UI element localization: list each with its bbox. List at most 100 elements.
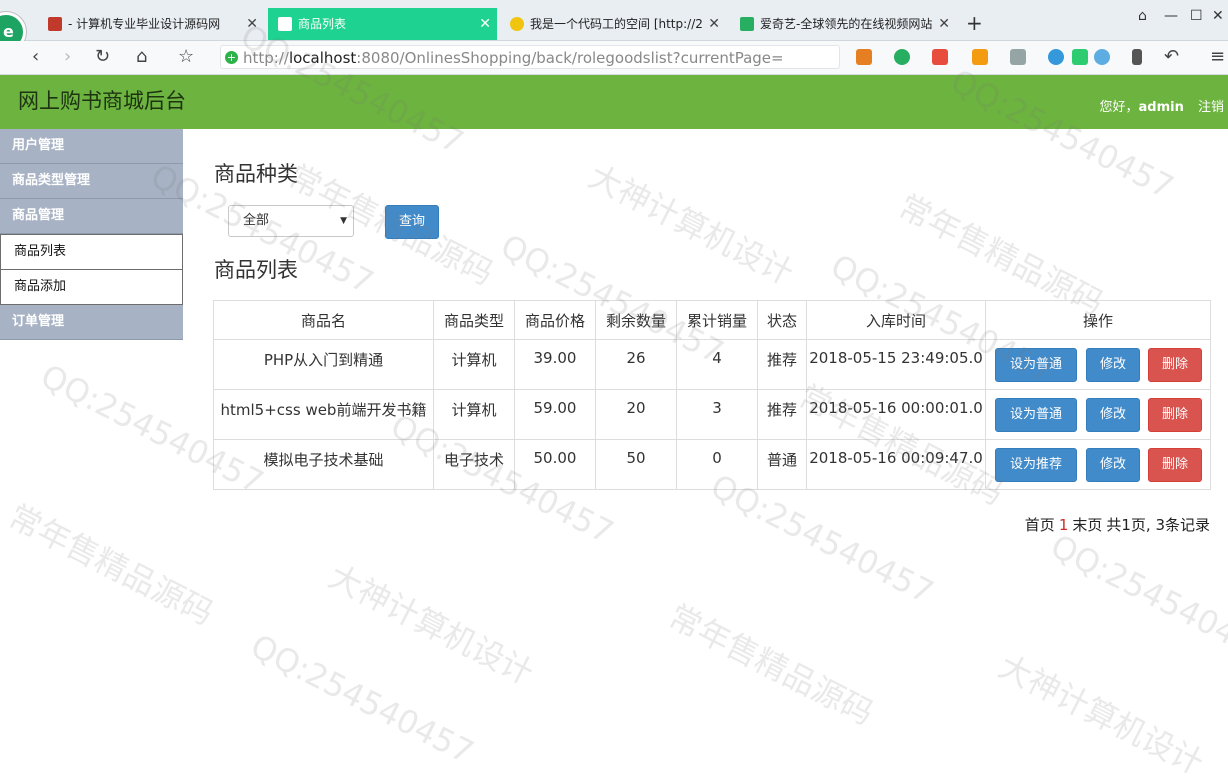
goods-price: 39.00 — [514, 339, 596, 390]
column-header: 商品价格 — [514, 300, 596, 340]
watermark: 大神计算机设计 — [582, 157, 800, 293]
secure-icon: + — [225, 51, 238, 64]
address-bar: ‹ › ↻ ⌂ ☆ + http://localhost:8080/Online… — [0, 41, 1228, 75]
goods-stock: 50 — [595, 439, 677, 490]
greeting: 您好， — [1099, 100, 1139, 115]
book-icon[interactable] — [1072, 49, 1088, 65]
goods-type: 计算机 — [433, 389, 515, 440]
watermark: 大神计算机设计 — [992, 647, 1210, 783]
sidebar-item-goods-management[interactable]: 商品管理 — [0, 199, 183, 234]
watermark: 大神计算机设计 — [322, 557, 540, 693]
browser-tab-active[interactable]: 商品列表 ✕ — [268, 8, 497, 40]
column-header: 累计销量 — [676, 300, 758, 340]
shield-icon[interactable] — [894, 49, 910, 65]
watermark: 常年售精品源码 — [662, 597, 880, 733]
browser-tab[interactable]: 爱奇艺-全球领先的在线视频网站 ✕ — [730, 8, 956, 40]
browser-tab-bar: e - 计算机专业毕业设计源码网 ✕ 商品列表 ✕ 我是一个代码工的空间 [ht… — [0, 0, 1228, 52]
toggle-status-button[interactable]: 设为普通 — [995, 348, 1077, 382]
sidebar-item-order-management[interactable]: 订单管理 — [0, 305, 183, 340]
goods-sales: 3 — [676, 389, 758, 440]
close-icon[interactable]: ✕ — [938, 8, 950, 40]
goods-stock: 20 — [595, 389, 677, 440]
column-header: 商品名 — [213, 300, 434, 340]
search-icon[interactable] — [1048, 49, 1064, 65]
goods-time: 2018-05-16 00:09:47.0 — [806, 439, 986, 490]
edit-button[interactable]: 修改 — [1086, 448, 1140, 482]
url-input[interactable]: + http://localhost:8080/OnlinesShopping/… — [220, 45, 840, 69]
last-page-link[interactable]: 末页 — [1072, 516, 1102, 534]
goods-type: 计算机 — [433, 339, 515, 390]
goods-time: 2018-05-15 23:49:05.0 — [806, 339, 986, 390]
undo-icon[interactable]: ↶ — [1164, 45, 1179, 69]
table-header-row: 商品名 商品类型 商品价格 剩余数量 累计销量 状态 入库时间 操作 — [213, 300, 1211, 340]
sidebar-item-goods-type-management[interactable]: 商品类型管理 — [0, 164, 183, 199]
query-button[interactable]: 查询 — [385, 205, 439, 239]
site-favicon-icon — [48, 17, 62, 31]
user-info: 您好，admin 注销 — [1099, 96, 1224, 115]
apps-icon[interactable] — [856, 49, 872, 65]
back-icon[interactable]: ‹ — [32, 45, 39, 69]
url-prefix: http:// — [243, 49, 289, 67]
delete-button[interactable]: 删除 — [1148, 398, 1202, 432]
table-row: PHP从入门到精通 计算机 39.00 26 4 推荐 2018-05-15 2… — [213, 339, 1211, 390]
goods-sales: 0 — [676, 439, 758, 490]
phone-icon[interactable] — [1132, 49, 1142, 65]
watermark: QQ:254540457 — [1044, 526, 1228, 672]
current-page[interactable]: 1 — [1059, 516, 1069, 534]
new-tab-icon[interactable]: + — [966, 10, 983, 36]
iqiyi-favicon-icon — [740, 17, 754, 31]
menu-icon[interactable]: ≡ — [1210, 45, 1225, 69]
column-header: 商品类型 — [433, 300, 515, 340]
goods-actions: 设为推荐 修改 删除 — [985, 439, 1211, 490]
translate-icon[interactable] — [932, 49, 948, 65]
close-icon[interactable]: ✕ — [246, 8, 258, 40]
toggle-status-button[interactable]: 设为普通 — [995, 398, 1077, 432]
goods-price: 50.00 — [514, 439, 596, 490]
edit-button[interactable]: 修改 — [1086, 398, 1140, 432]
reload-icon[interactable]: ↻ — [95, 45, 110, 69]
close-icon[interactable]: ✕ — [479, 8, 491, 40]
edit-button[interactable]: 修改 — [1086, 348, 1140, 382]
column-header: 剩余数量 — [595, 300, 677, 340]
browser-tab[interactable]: 我是一个代码工的空间 [http://2 ✕ — [500, 8, 726, 40]
table-row: html5+css web前端开发书籍 计算机 59.00 20 3 推荐 20… — [213, 389, 1211, 440]
image-icon[interactable] — [1010, 49, 1026, 65]
first-page-link[interactable]: 首页 — [1025, 516, 1055, 534]
goods-name: 模拟电子技术基础 — [213, 439, 434, 490]
goods-actions: 设为普通 修改 删除 — [985, 339, 1211, 390]
table-row: 模拟电子技术基础 电子技术 50.00 50 0 普通 2018-05-16 0… — [213, 439, 1211, 490]
home-icon[interactable]: ⌂ — [136, 45, 147, 69]
logout-link[interactable]: 注销 — [1198, 100, 1224, 115]
browser-tab[interactable]: - 计算机专业毕业设计源码网 ✕ — [38, 8, 264, 40]
maximize-icon[interactable]: ☐ — [1190, 8, 1203, 24]
screenshot-icon[interactable] — [972, 49, 988, 65]
bookmark-star-icon[interactable]: ☆ — [178, 45, 194, 69]
delete-button[interactable]: 删除 — [1148, 348, 1202, 382]
goods-name: html5+css web前端开发书籍 — [213, 389, 434, 440]
column-header: 操作 — [985, 300, 1211, 340]
caret-down-icon: ▼ — [340, 216, 347, 226]
minimize-icon[interactable]: — — [1164, 8, 1178, 24]
goods-type: 电子技术 — [433, 439, 515, 490]
category-select-value: 全部 — [243, 213, 270, 228]
sidebar-item-user-management[interactable]: 用户管理 — [0, 129, 183, 164]
skin-icon[interactable]: ⌂ — [1138, 8, 1147, 24]
goods-time: 2018-05-16 00:00:01.0 — [806, 389, 986, 440]
zoom-out-icon[interactable] — [1094, 49, 1110, 65]
category-select[interactable]: 全部 ▼ — [228, 205, 354, 237]
pagination: 首页 1 末页 共1页, 3条记录 — [1025, 514, 1214, 535]
sidebar-item-goods-add[interactable]: 商品添加 — [0, 270, 183, 305]
forward-icon[interactable]: › — [64, 45, 71, 69]
toggle-status-button[interactable]: 设为推荐 — [995, 448, 1077, 482]
window-close-icon[interactable]: ✕ — [1212, 8, 1224, 24]
sidebar-item-goods-list[interactable]: 商品列表 — [0, 234, 183, 270]
column-header: 入库时间 — [806, 300, 986, 340]
app-header: 网上购书商城后台 您好，admin 注销 — [0, 75, 1228, 129]
goods-stock: 26 — [595, 339, 677, 390]
close-icon[interactable]: ✕ — [708, 8, 720, 40]
goods-sales: 4 — [676, 339, 758, 390]
list-heading: 商品列表 — [214, 258, 298, 282]
watermark: QQ:254540457 — [244, 626, 480, 772]
tab-label: 商品列表 — [298, 17, 347, 31]
delete-button[interactable]: 删除 — [1148, 448, 1202, 482]
